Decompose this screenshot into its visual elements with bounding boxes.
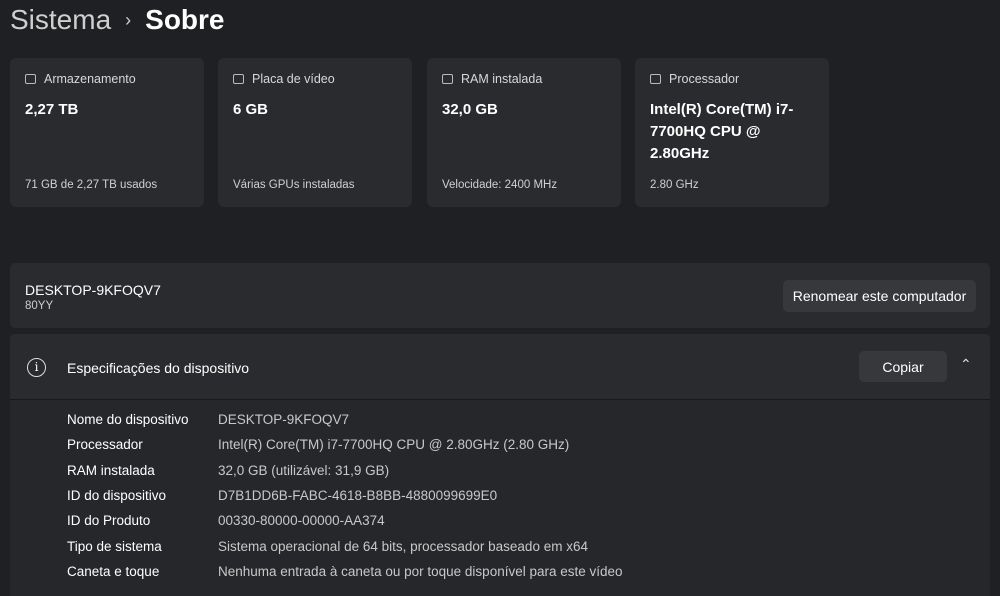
card-value: 6 GB (233, 101, 269, 118)
spec-value: 32,0 GB (utilizável: 31,9 GB) (218, 462, 390, 478)
spec-value: 00330-80000-00000-AA374 (218, 513, 385, 529)
storage-card: Armazenamento 2,27 TB 71 GB de 2,27 TB u… (10, 58, 204, 207)
card-sub: 2.80 GHz (650, 179, 699, 191)
card-label: RAM instalada (461, 72, 543, 86)
device-specs-panel: i Especificações do dispositivo Copiar ⌃… (10, 334, 990, 596)
spec-label: ID do dispositivo (67, 488, 167, 504)
spec-row: Tipo de sistema Sistema operacional de 64… (67, 533, 623, 558)
device-specs-list: Nome do dispositivo DESKTOP-9KFOQV7 Proces… (67, 407, 623, 584)
spec-label: Caneta e toque (67, 563, 160, 579)
spec-label: RAM instalada (67, 462, 155, 478)
card-label: Processador (669, 72, 740, 86)
ram-icon (442, 74, 453, 84)
spec-value: Sistema operacional de 64 bits, processa… (218, 538, 588, 554)
processor-card: Processador Intel(R) Core(TM) i7-7700HQ … (635, 58, 829, 207)
spec-label: Processador (67, 437, 143, 453)
spec-row: Processador Intel(R) Core(TM) i7-7700HQ C… (67, 432, 623, 457)
spec-row: ID do dispositivo D7B1DD6B-FABC-4618-B8BB… (67, 483, 623, 508)
spec-label: Nome do dispositivo (67, 412, 189, 428)
card-sub: Velocidade: 2400 MHz (442, 179, 558, 191)
ram-card: RAM instalada 32,0 GB Velocidade: 2400 M… (427, 58, 621, 207)
card-value: Intel(R) Core(TM) i7-7700HQ CPU @ 2.80GH… (650, 101, 794, 162)
breadcrumb-sistema[interactable]: Sistema (10, 4, 111, 36)
device-specs-header[interactable]: i Especificações do dispositivo Copiar ⌃ (10, 334, 990, 400)
card-value: 32,0 GB (442, 101, 498, 118)
spec-value: Nenhuma entrada à caneta ou por toque di… (218, 563, 623, 579)
spec-label: Tipo de sistema (67, 538, 162, 554)
card-label: Armazenamento (44, 72, 136, 86)
hard-drive-icon (25, 74, 36, 84)
card-value: 2,27 TB (25, 101, 79, 118)
cpu-icon (650, 74, 661, 84)
spec-row: ID do Produto 00330-80000-00000-AA374 (67, 508, 623, 533)
card-sub: 71 GB de 2,27 TB usados (25, 179, 158, 191)
page-title: Sobre (145, 4, 225, 35)
spec-label: ID do Produto (67, 513, 151, 529)
spec-value: D7B1DD6B-FABC-4618-B8BB-4880099699E0 (218, 488, 498, 504)
card-sub: Várias GPUs instaladas (233, 179, 355, 191)
spec-row: RAM instalada 32,0 GB (utilizável: 31,9 G… (67, 458, 623, 483)
info-icon: i (27, 358, 46, 377)
chevron-right-icon: › (125, 9, 132, 30)
card-label: Placa de vídeo (252, 72, 335, 86)
gpu-card: Placa de vídeo 6 GB Várias GPUs instalad… (218, 58, 412, 207)
copy-button[interactable]: Copiar (859, 351, 947, 382)
computer-name: DESKTOP-9KFOQV7 (25, 282, 161, 298)
device-specs-title: Especificações do dispositivo (67, 360, 250, 376)
spec-value: DESKTOP-9KFOQV7 (218, 412, 350, 428)
breadcrumb: Sistema › Sobre (10, 4, 225, 36)
computer-name-panel: DESKTOP-9KFOQV7 80YY Renomear este compu… (10, 263, 990, 328)
computer-model: 80YY (25, 300, 54, 312)
spec-value: Intel(R) Core(TM) i7-7700HQ CPU @ 2.80GH… (218, 437, 570, 453)
chevron-up-icon[interactable]: ⌃ (960, 356, 972, 373)
spec-row: Nome do dispositivo DESKTOP-9KFOQV7 (67, 407, 623, 432)
rename-computer-button[interactable]: Renomear este computador (783, 280, 976, 312)
gpu-icon (233, 74, 244, 84)
spec-row: Caneta e toque Nenhuma entrada à caneta o… (67, 559, 623, 584)
